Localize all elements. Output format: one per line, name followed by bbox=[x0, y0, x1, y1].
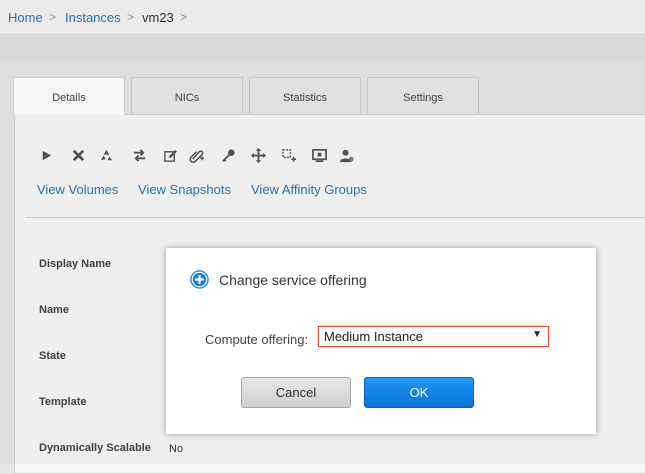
change-service-offering-dialog: Change service offering Compute offering… bbox=[166, 248, 596, 434]
compute-offering-select[interactable]: Medium Instance ▼ bbox=[318, 326, 549, 347]
ok-button[interactable]: OK bbox=[364, 377, 474, 408]
compute-offering-label: Compute offering: bbox=[205, 332, 309, 347]
compute-offering-value: Medium Instance bbox=[324, 329, 423, 344]
cancel-button[interactable]: Cancel bbox=[241, 377, 351, 408]
tab-details[interactable]: Details bbox=[13, 77, 125, 115]
chevron-down-icon: ▼ bbox=[532, 329, 542, 340]
add-circle-icon bbox=[190, 270, 209, 289]
dialog-title: Change service offering bbox=[219, 272, 367, 288]
